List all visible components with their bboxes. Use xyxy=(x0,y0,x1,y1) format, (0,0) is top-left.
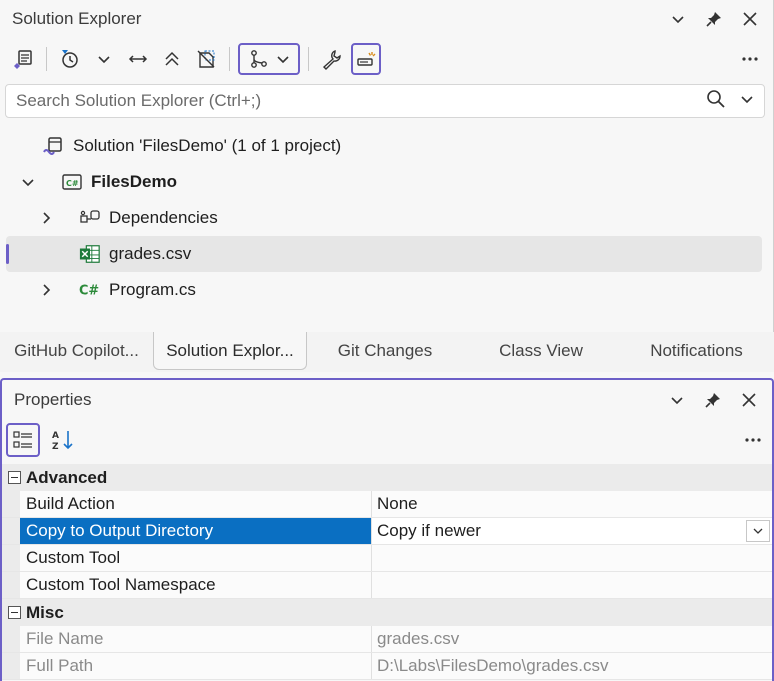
solution-explorer-toolbar xyxy=(0,38,773,80)
property-row-file-name[interactable]: File Name grades.csv xyxy=(2,626,772,653)
tab-notifications[interactable]: Notifications xyxy=(619,332,774,370)
property-value[interactable] xyxy=(372,572,772,598)
property-name: Copy to Output Directory xyxy=(20,518,372,544)
collapse-all-icon[interactable] xyxy=(157,43,187,75)
alphabetical-sort-icon[interactable]: AZ xyxy=(48,424,78,456)
collapse-icon[interactable] xyxy=(8,471,21,484)
solution-explorer-titlebar: Solution Explorer xyxy=(0,0,773,38)
chevron-down-icon[interactable] xyxy=(89,43,119,75)
git-branch-view-dropdown[interactable] xyxy=(238,43,300,75)
chevron-down-icon[interactable] xyxy=(667,8,689,30)
properties-pane: Properties AZ Advanced Build Action None… xyxy=(0,378,774,681)
property-value[interactable]: None xyxy=(372,491,772,517)
csharp-file-icon: C# xyxy=(79,279,101,301)
show-all-files-icon[interactable] xyxy=(191,43,221,75)
property-row-full-path[interactable]: Full Path D:\Labs\FilesDemo\grades.csv xyxy=(2,653,772,680)
dependencies-icon xyxy=(79,207,101,229)
property-name: Custom Tool xyxy=(20,545,372,571)
property-value[interactable] xyxy=(372,545,772,571)
tree-item-label: Solution 'FilesDemo' (1 of 1 project) xyxy=(73,136,342,155)
chevron-down-icon[interactable] xyxy=(666,389,688,411)
tab-class-view[interactable]: Class View xyxy=(463,332,619,370)
tree-item-label: grades.csv xyxy=(109,244,192,263)
close-icon[interactable] xyxy=(739,8,761,30)
property-name: Custom Tool Namespace xyxy=(20,572,372,598)
dropdown-button[interactable] xyxy=(746,520,770,542)
tree-item-grades-csv[interactable]: grades.csv xyxy=(6,236,762,272)
pin-icon[interactable] xyxy=(702,389,724,411)
pin-icon[interactable] xyxy=(703,8,725,30)
property-name: Full Path xyxy=(20,653,372,679)
solution-explorer-pane: Solution Explorer Search Solution Explor… xyxy=(0,0,774,332)
properties-title: Properties xyxy=(14,390,92,409)
csharp-project-icon: C# xyxy=(61,171,83,193)
property-name: File Name xyxy=(20,626,372,652)
property-value-cell[interactable]: Copy if newer xyxy=(372,518,772,544)
selection-indicator xyxy=(6,244,9,264)
svg-text:C#: C# xyxy=(66,179,79,188)
chevron-down-icon xyxy=(277,56,289,64)
property-row-build-action[interactable]: Build Action None xyxy=(2,491,772,518)
excel-file-icon xyxy=(79,243,101,265)
tree-item-project[interactable]: C# FilesDemo xyxy=(0,164,770,200)
search-options-chevron-icon[interactable] xyxy=(740,92,754,111)
solution-explorer-search[interactable]: Search Solution Explorer (Ctrl+;) xyxy=(5,84,765,118)
svg-text:C#: C# xyxy=(79,284,99,299)
tab-solution-explorer[interactable]: Solution Explor... xyxy=(153,332,307,370)
solution-explorer-title: Solution Explorer xyxy=(12,9,142,28)
more-options-icon[interactable] xyxy=(735,43,765,75)
solution-icon xyxy=(42,135,64,157)
solution-tree: Solution 'FilesDemo' (1 of 1 project) C#… xyxy=(0,128,770,308)
close-icon[interactable] xyxy=(738,389,760,411)
preview-selected-items-icon[interactable] xyxy=(351,43,381,75)
property-name: Build Action xyxy=(20,491,372,517)
property-value[interactable]: grades.csv xyxy=(372,626,772,652)
chevron-down-icon xyxy=(753,528,763,534)
tree-item-label: Dependencies xyxy=(109,208,218,227)
category-advanced[interactable]: Advanced xyxy=(2,464,772,491)
search-input[interactable]: Search Solution Explorer (Ctrl+;) xyxy=(16,91,706,111)
properties-titlebar: Properties xyxy=(2,380,772,420)
tab-git-changes[interactable]: Git Changes xyxy=(307,332,463,370)
collapse-icon[interactable] xyxy=(8,606,21,619)
tree-item-solution[interactable]: Solution 'FilesDemo' (1 of 1 project) xyxy=(0,128,770,164)
tool-window-tabs: GitHub Copilot... Solution Explor... Git… xyxy=(0,332,774,372)
sync-with-active-document-icon[interactable] xyxy=(123,43,153,75)
category-misc[interactable]: Misc xyxy=(2,599,772,626)
categorized-view-icon[interactable] xyxy=(6,423,40,457)
category-label: Misc xyxy=(26,602,64,622)
properties-toolbar: AZ xyxy=(2,420,772,460)
property-row-custom-tool-namespace[interactable]: Custom Tool Namespace xyxy=(2,572,772,599)
switch-views-icon[interactable] xyxy=(8,43,38,75)
pending-changes-filter-icon[interactable] xyxy=(55,43,85,75)
tree-item-label: FilesDemo xyxy=(91,172,177,191)
property-value[interactable]: D:\Labs\FilesDemo\grades.csv xyxy=(372,653,772,679)
chevron-down-icon[interactable] xyxy=(20,175,36,189)
svg-text:A: A xyxy=(52,431,59,441)
tree-item-dependencies[interactable]: Dependencies xyxy=(0,200,770,236)
more-options-icon[interactable] xyxy=(738,424,768,456)
svg-text:Z: Z xyxy=(52,442,59,452)
property-grid: Advanced Build Action None Copy to Outpu… xyxy=(2,464,772,680)
category-label: Advanced xyxy=(26,467,108,487)
git-branch-icon xyxy=(251,50,267,68)
property-row-custom-tool[interactable]: Custom Tool xyxy=(2,545,772,572)
property-row-copy-to-output[interactable]: Copy to Output Directory Copy if newer xyxy=(2,518,772,545)
chevron-right-icon[interactable] xyxy=(38,283,54,297)
chevron-right-icon[interactable] xyxy=(38,211,54,225)
tree-item-label: Program.cs xyxy=(109,280,196,299)
tab-github-copilot[interactable]: GitHub Copilot... xyxy=(0,332,153,370)
search-icon[interactable] xyxy=(706,89,726,114)
properties-wrench-icon[interactable] xyxy=(317,43,347,75)
tree-item-program-cs[interactable]: C# Program.cs xyxy=(0,272,770,308)
property-value[interactable]: Copy if newer xyxy=(377,521,481,541)
